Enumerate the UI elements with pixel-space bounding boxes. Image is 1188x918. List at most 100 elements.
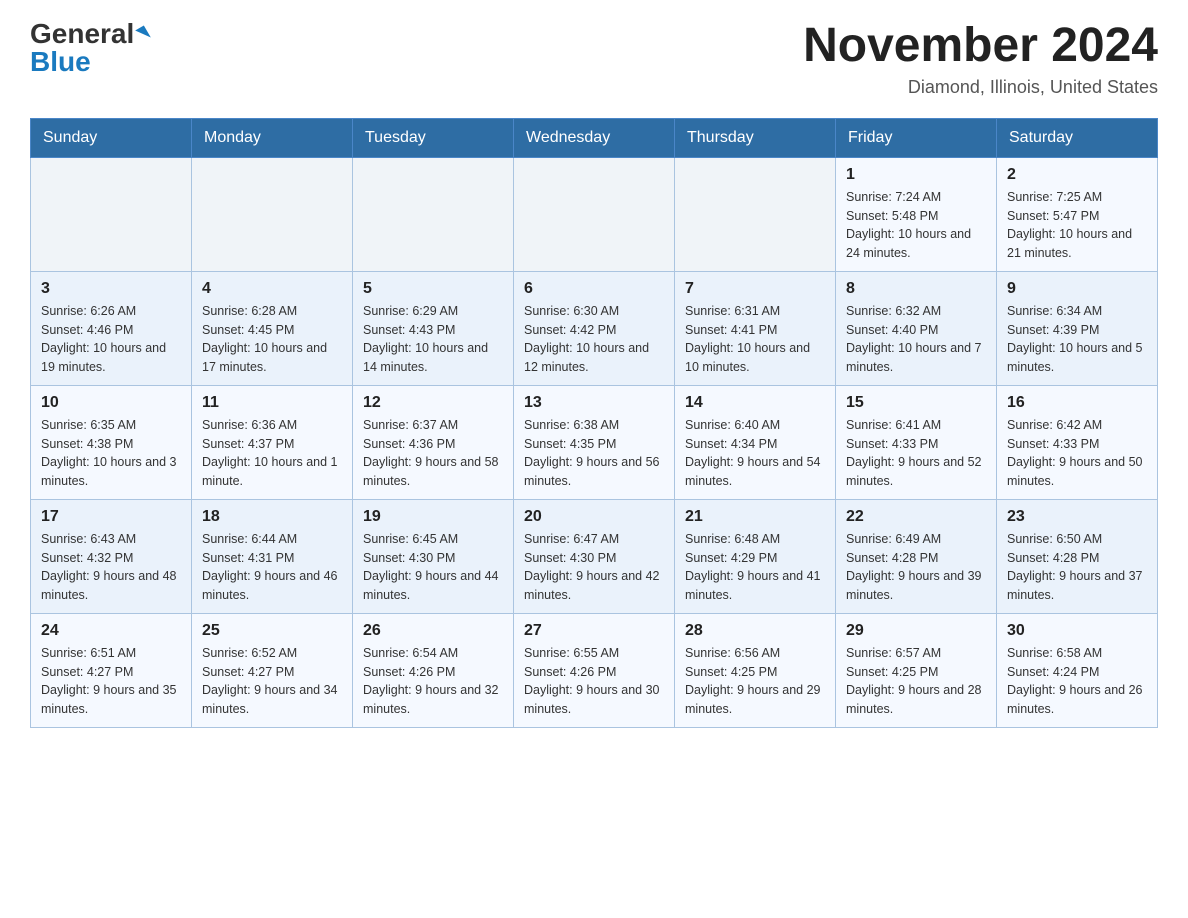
day-number: 19: [363, 508, 503, 526]
weekday-header-friday: Friday: [836, 118, 997, 157]
day-info: Sunrise: 6:58 AM Sunset: 4:24 PM Dayligh…: [1007, 644, 1147, 719]
day-info: Sunrise: 6:50 AM Sunset: 4:28 PM Dayligh…: [1007, 530, 1147, 605]
day-info: Sunrise: 6:32 AM Sunset: 4:40 PM Dayligh…: [846, 302, 986, 377]
calendar-cell: 23 Sunrise: 6:50 AM Sunset: 4:28 PM Dayli…: [997, 499, 1158, 613]
weekday-header-thursday: Thursday: [675, 118, 836, 157]
calendar-cell: 25 Sunrise: 6:52 AM Sunset: 4:27 PM Dayli…: [192, 613, 353, 727]
week-row-4: 17 Sunrise: 6:43 AM Sunset: 4:32 PM Dayli…: [31, 499, 1158, 613]
calendar-cell: 18Sunrise: 6:44 AM Sunset: 4:31 PM Dayli…: [192, 499, 353, 613]
calendar-cell: 8 Sunrise: 6:32 AM Sunset: 4:40 PM Daylig…: [836, 271, 997, 385]
day-info: Sunrise: 6:54 AM Sunset: 4:26 PM Dayligh…: [363, 644, 503, 719]
day-number: 12: [363, 394, 503, 412]
calendar-cell: [192, 157, 353, 271]
day-info: Sunrise: 7:25 AM Sunset: 5:47 PM Dayligh…: [1007, 188, 1147, 263]
day-number: 22: [846, 508, 986, 526]
day-info: Sunrise: 6:40 AM Sunset: 4:34 PM Dayligh…: [685, 416, 825, 491]
calendar-cell: 19 Sunrise: 6:45 AM Sunset: 4:30 PM Dayli…: [353, 499, 514, 613]
day-info: Sunrise: 6:26 AM Sunset: 4:46 PM Dayligh…: [41, 302, 181, 377]
day-info: Sunrise: 6:31 AM Sunset: 4:41 PM Dayligh…: [685, 302, 825, 377]
day-info: Sunrise: 6:34 AM Sunset: 4:39 PM Dayligh…: [1007, 302, 1147, 377]
day-number: 30: [1007, 622, 1147, 640]
calendar-cell: [353, 157, 514, 271]
day-info: Sunrise: 6:51 AM Sunset: 4:27 PM Dayligh…: [41, 644, 181, 719]
day-number: 28: [685, 622, 825, 640]
day-info: Sunrise: 6:35 AM Sunset: 4:38 PM Dayligh…: [41, 416, 181, 491]
weekday-header-monday: Monday: [192, 118, 353, 157]
day-info: Sunrise: 6:28 AM Sunset: 4:45 PM Dayligh…: [202, 302, 342, 377]
day-number: 26: [363, 622, 503, 640]
logo-arrow-icon: [135, 25, 151, 42]
day-number: 14: [685, 394, 825, 412]
calendar-cell: 24 Sunrise: 6:51 AM Sunset: 4:27 PM Dayli…: [31, 613, 192, 727]
calendar-cell: 22 Sunrise: 6:49 AM Sunset: 4:28 PM Dayli…: [836, 499, 997, 613]
calendar-cell: 16Sunrise: 6:42 AM Sunset: 4:33 PM Dayli…: [997, 385, 1158, 499]
day-number: 21: [685, 508, 825, 526]
day-number: 27: [524, 622, 664, 640]
day-info: Sunrise: 6:36 AM Sunset: 4:37 PM Dayligh…: [202, 416, 342, 491]
day-number: 23: [1007, 508, 1147, 526]
weekday-header-wednesday: Wednesday: [514, 118, 675, 157]
calendar-cell: 11 Sunrise: 6:36 AM Sunset: 4:37 PM Dayli…: [192, 385, 353, 499]
day-info: Sunrise: 6:55 AM Sunset: 4:26 PM Dayligh…: [524, 644, 664, 719]
day-info: Sunrise: 6:37 AM Sunset: 4:36 PM Dayligh…: [363, 416, 503, 491]
day-info: Sunrise: 6:44 AM Sunset: 4:31 PM Dayligh…: [202, 530, 342, 605]
calendar-cell: [675, 157, 836, 271]
day-info: Sunrise: 6:45 AM Sunset: 4:30 PM Dayligh…: [363, 530, 503, 605]
calendar-cell: 26 Sunrise: 6:54 AM Sunset: 4:26 PM Dayli…: [353, 613, 514, 727]
day-number: 16: [1007, 394, 1147, 412]
day-number: 13: [524, 394, 664, 412]
weekday-header-row: SundayMondayTuesdayWednesdayThursdayFrid…: [31, 118, 1158, 157]
day-info: Sunrise: 7:24 AM Sunset: 5:48 PM Dayligh…: [846, 188, 986, 263]
calendar-cell: 5 Sunrise: 6:29 AM Sunset: 4:43 PM Daylig…: [353, 271, 514, 385]
day-number: 29: [846, 622, 986, 640]
calendar-cell: 14 Sunrise: 6:40 AM Sunset: 4:34 PM Dayli…: [675, 385, 836, 499]
day-number: 10: [41, 394, 181, 412]
calendar-cell: 6 Sunrise: 6:30 AM Sunset: 4:42 PM Daylig…: [514, 271, 675, 385]
day-number: 24: [41, 622, 181, 640]
week-row-1: 1 Sunrise: 7:24 AM Sunset: 5:48 PM Daylig…: [31, 157, 1158, 271]
title-block: November 2024 Diamond, Illinois, United …: [803, 20, 1158, 98]
day-number: 6: [524, 280, 664, 298]
weekday-header-sunday: Sunday: [31, 118, 192, 157]
day-info: Sunrise: 6:41 AM Sunset: 4:33 PM Dayligh…: [846, 416, 986, 491]
day-number: 25: [202, 622, 342, 640]
month-title: November 2024: [803, 20, 1158, 73]
day-info: Sunrise: 6:30 AM Sunset: 4:42 PM Dayligh…: [524, 302, 664, 377]
calendar-cell: [514, 157, 675, 271]
calendar-cell: 29 Sunrise: 6:57 AM Sunset: 4:25 PM Dayli…: [836, 613, 997, 727]
day-number: 15: [846, 394, 986, 412]
day-info: Sunrise: 6:43 AM Sunset: 4:32 PM Dayligh…: [41, 530, 181, 605]
day-info: Sunrise: 6:57 AM Sunset: 4:25 PM Dayligh…: [846, 644, 986, 719]
calendar-cell: 17 Sunrise: 6:43 AM Sunset: 4:32 PM Dayli…: [31, 499, 192, 613]
logo-blue-text: Blue: [30, 48, 91, 76]
weekday-header-tuesday: Tuesday: [353, 118, 514, 157]
day-number: 7: [685, 280, 825, 298]
day-number: 8: [846, 280, 986, 298]
day-info: Sunrise: 6:56 AM Sunset: 4:25 PM Dayligh…: [685, 644, 825, 719]
calendar-cell: [31, 157, 192, 271]
location-text: Diamond, Illinois, United States: [803, 77, 1158, 98]
day-info: Sunrise: 6:48 AM Sunset: 4:29 PM Dayligh…: [685, 530, 825, 605]
calendar-cell: 30 Sunrise: 6:58 AM Sunset: 4:24 PM Dayli…: [997, 613, 1158, 727]
calendar-cell: 10 Sunrise: 6:35 AM Sunset: 4:38 PM Dayli…: [31, 385, 192, 499]
day-number: 2: [1007, 166, 1147, 184]
calendar-cell: 9 Sunrise: 6:34 AM Sunset: 4:39 PM Daylig…: [997, 271, 1158, 385]
day-number: 5: [363, 280, 503, 298]
calendar-cell: 15 Sunrise: 6:41 AM Sunset: 4:33 PM Dayli…: [836, 385, 997, 499]
calendar-cell: 20Sunrise: 6:47 AM Sunset: 4:30 PM Dayli…: [514, 499, 675, 613]
day-number: 1: [846, 166, 986, 184]
day-number: 9: [1007, 280, 1147, 298]
day-info: Sunrise: 6:29 AM Sunset: 4:43 PM Dayligh…: [363, 302, 503, 377]
day-number: 11: [202, 394, 342, 412]
calendar-cell: 27 Sunrise: 6:55 AM Sunset: 4:26 PM Dayli…: [514, 613, 675, 727]
day-number: 4: [202, 280, 342, 298]
day-info: Sunrise: 6:47 AM Sunset: 4:30 PM Dayligh…: [524, 530, 664, 605]
page-header: General Blue November 2024 Diamond, Illi…: [30, 20, 1158, 98]
day-number: 17: [41, 508, 181, 526]
day-info: Sunrise: 6:49 AM Sunset: 4:28 PM Dayligh…: [846, 530, 986, 605]
logo-general-text: General: [30, 20, 134, 48]
calendar-cell: 7 Sunrise: 6:31 AM Sunset: 4:41 PM Daylig…: [675, 271, 836, 385]
calendar-cell: 1 Sunrise: 7:24 AM Sunset: 5:48 PM Daylig…: [836, 157, 997, 271]
calendar-cell: 12 Sunrise: 6:37 AM Sunset: 4:36 PM Dayli…: [353, 385, 514, 499]
day-info: Sunrise: 6:52 AM Sunset: 4:27 PM Dayligh…: [202, 644, 342, 719]
